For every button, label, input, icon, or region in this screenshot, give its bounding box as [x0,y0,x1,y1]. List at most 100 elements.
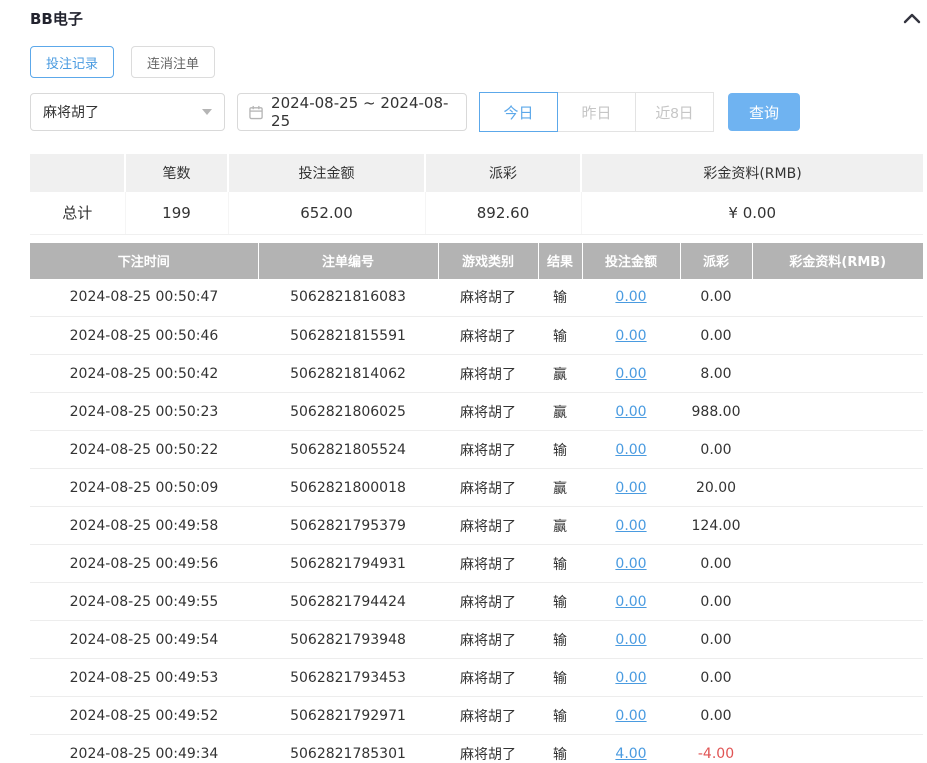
bet-amount-link[interactable]: 0.00 [615,632,646,648]
bet-amount-link[interactable]: 0.00 [615,480,646,496]
cell-game-type: 麻将胡了 [438,697,538,735]
cell-result: 输 [538,735,582,763]
search-button[interactable]: 查询 [728,93,800,131]
col-bonus: 彩金资料(RMB) [752,243,923,279]
betting-records-panel: BB电子 投注记录 连消注单 麻将胡了 2024-08-25 ~ 2024-08… [0,0,927,763]
records-table: 下注时间 注单编号 游戏类别 结果 投注金额 派彩 彩金资料(RMB) 2024… [30,243,923,763]
yesterday-button[interactable]: 昨日 [557,92,636,132]
tab-cancelled-orders[interactable]: 连消注单 [131,46,215,78]
cell-bet-time: 2024-08-25 00:49:53 [30,659,258,697]
cell-payout: 0.00 [680,279,752,317]
table-row: 2024-08-25 00:49:55 5062821794424 麻将胡了 输… [30,583,923,621]
cell-bet-amount: 0.00 [582,355,680,393]
cell-payout: 0.00 [680,659,752,697]
last-8-days-button[interactable]: 近8日 [635,92,714,132]
cell-order-id: 5062821816083 [258,279,438,317]
table-row: 2024-08-25 00:49:56 5062821794931 麻将胡了 输… [30,545,923,583]
cell-result: 赢 [538,469,582,507]
cell-payout: 124.00 [680,507,752,545]
bet-amount-link[interactable]: 0.00 [615,594,646,610]
bet-amount-link[interactable]: 0.00 [615,366,646,382]
col-bet-time: 下注时间 [30,243,258,279]
table-row: 2024-08-25 00:49:58 5062821795379 麻将胡了 赢… [30,507,923,545]
bet-amount-link[interactable]: 0.00 [615,328,646,344]
bet-amount-link[interactable]: 0.00 [615,518,646,534]
chevron-down-icon [202,109,212,115]
cell-order-id: 5062821795379 [258,507,438,545]
summary-total-payout: 892.60 [425,192,581,234]
cell-order-id: 5062821785301 [258,735,438,763]
summary-total-bet: 652.00 [228,192,425,234]
bet-amount-link[interactable]: 0.00 [615,556,646,572]
bet-amount-link[interactable]: 0.00 [615,670,646,686]
cell-game-type: 麻将胡了 [438,469,538,507]
today-button[interactable]: 今日 [479,92,558,132]
col-bet-amount: 投注金额 [582,243,680,279]
cell-game-type: 麻将胡了 [438,279,538,317]
bet-amount-link[interactable]: 0.00 [615,404,646,420]
cell-payout: -4.00 [680,735,752,763]
panel-header: BB电子 [30,0,923,30]
summary-total-label: 总计 [30,192,125,234]
bet-amount-link[interactable]: 4.00 [615,746,646,762]
cell-payout: 8.00 [680,355,752,393]
cell-result: 赢 [538,393,582,431]
cell-order-id: 5062821805524 [258,431,438,469]
cell-game-type: 麻将胡了 [438,545,538,583]
table-row: 2024-08-25 00:50:42 5062821814062 麻将胡了 赢… [30,355,923,393]
cell-game-type: 麻将胡了 [438,735,538,763]
cell-result: 输 [538,545,582,583]
table-row: 2024-08-25 00:50:47 5062821816083 麻将胡了 输… [30,279,923,317]
bet-amount-link[interactable]: 0.00 [615,708,646,724]
bet-amount-link[interactable]: 0.00 [615,442,646,458]
cell-bonus [752,545,923,583]
records-header-row: 下注时间 注单编号 游戏类别 结果 投注金额 派彩 彩金资料(RMB) [30,243,923,279]
col-result: 结果 [538,243,582,279]
summary-header-bonus: 彩金资料(RMB) [581,154,923,192]
cell-game-type: 麻将胡了 [438,621,538,659]
cell-payout: 988.00 [680,393,752,431]
col-game-type: 游戏类别 [438,243,538,279]
collapse-button[interactable] [901,10,923,26]
table-row: 2024-08-25 00:49:34 5062821785301 麻将胡了 输… [30,735,923,763]
summary-header-row: 笔数 投注金额 派彩 彩金资料(RMB) [30,154,923,192]
cell-bet-time: 2024-08-25 00:50:22 [30,431,258,469]
table-row: 2024-08-25 00:50:22 5062821805524 麻将胡了 输… [30,431,923,469]
cell-bonus [752,507,923,545]
cell-result: 赢 [538,507,582,545]
record-type-tabs: 投注记录 连消注单 [30,46,923,78]
cell-result: 输 [538,659,582,697]
summary-header-payout: 派彩 [425,154,581,192]
cell-bonus [752,469,923,507]
chevron-up-icon [903,12,921,24]
page-title: BB电子 [30,8,83,29]
cell-payout: 0.00 [680,697,752,735]
cell-order-id: 5062821793453 [258,659,438,697]
cell-bet-time: 2024-08-25 00:49:58 [30,507,258,545]
summary-table: 笔数 投注金额 派彩 彩金资料(RMB) 总计 199 652.00 892.6… [30,154,923,235]
cell-result: 输 [538,431,582,469]
cell-bet-amount: 0.00 [582,507,680,545]
date-range-input[interactable]: 2024-08-25 ~ 2024-08-25 [237,93,467,131]
bet-amount-link[interactable]: 0.00 [615,289,646,305]
cell-bet-amount: 0.00 [582,279,680,317]
cell-order-id: 5062821806025 [258,393,438,431]
summary-total-count: 199 [125,192,228,234]
cell-game-type: 麻将胡了 [438,393,538,431]
cell-bonus [752,583,923,621]
cell-result: 赢 [538,355,582,393]
summary-total-bonus: ¥ 0.00 [581,192,923,234]
cell-payout: 0.00 [680,317,752,355]
cell-bonus [752,355,923,393]
cell-bet-time: 2024-08-25 00:50:09 [30,469,258,507]
cell-bet-amount: 0.00 [582,621,680,659]
cell-bet-amount: 0.00 [582,469,680,507]
cell-bet-amount: 0.00 [582,317,680,355]
cell-result: 输 [538,317,582,355]
tab-bet-records[interactable]: 投注记录 [30,46,114,78]
filter-bar: 麻将胡了 2024-08-25 ~ 2024-08-25 今日 昨日 近8日 查… [30,92,923,132]
cell-order-id: 5062821815591 [258,317,438,355]
col-order-id: 注单编号 [258,243,438,279]
game-select[interactable]: 麻将胡了 [30,93,225,131]
cell-bet-time: 2024-08-25 00:49:55 [30,583,258,621]
